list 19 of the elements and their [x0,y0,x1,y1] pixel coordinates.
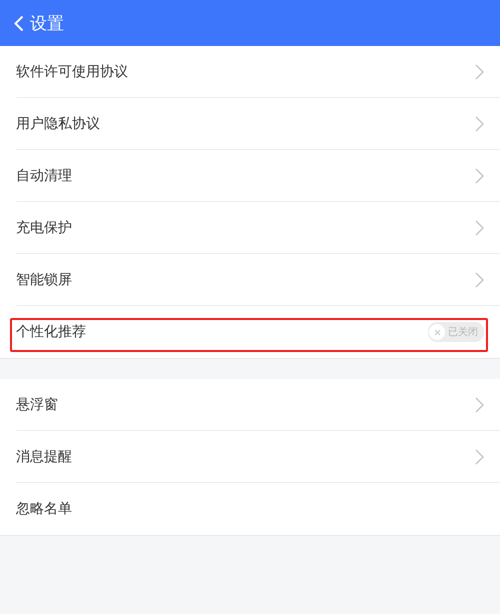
setting-label: 悬浮窗 [16,396,58,414]
page-title: 设置 [30,12,64,34]
chevron-right-icon [475,168,484,184]
chevron-right-icon [475,449,484,465]
setting-label: 忽略名单 [16,500,72,518]
setting-label: 软件许可使用协议 [16,63,128,81]
chevron-right-icon [475,116,484,132]
setting-label: 自动清理 [16,167,72,185]
chevron-right-icon [475,397,484,413]
setting-label: 消息提醒 [16,448,72,466]
close-icon [434,328,440,336]
setting-label: 个性化推荐 [16,323,86,341]
chevron-right-icon [475,64,484,80]
setting-label: 智能锁屏 [16,271,72,289]
back-icon[interactable] [14,14,24,32]
chevron-right-icon [475,272,484,288]
setting-label: 充电保护 [16,219,72,237]
setting-label: 用户隐私协议 [16,115,100,133]
chevron-right-icon [475,220,484,236]
